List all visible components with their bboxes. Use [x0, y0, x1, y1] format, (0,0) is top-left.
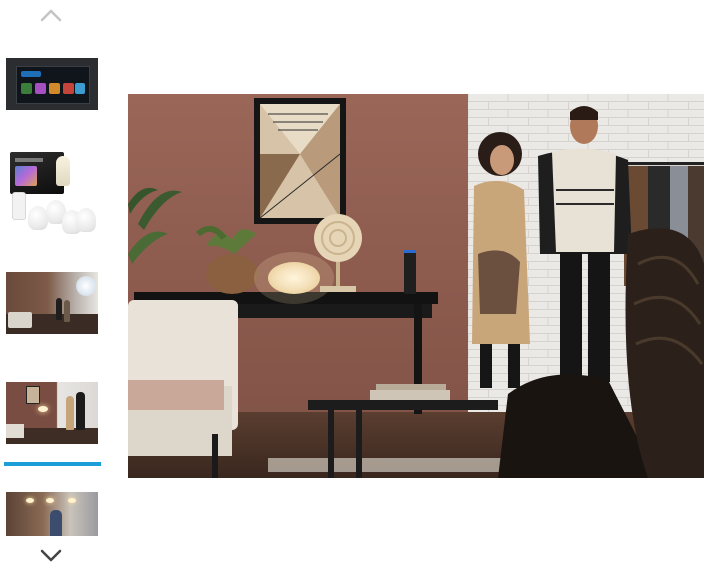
smart-speaker	[404, 250, 416, 294]
armchair	[128, 300, 238, 478]
thumbnail-scroll-up-button[interactable]	[36, 4, 66, 26]
person-figure	[56, 298, 62, 320]
coffee-table	[308, 400, 498, 410]
lamp-light	[76, 276, 96, 296]
person-figure	[50, 510, 62, 536]
person-figure	[66, 396, 74, 430]
books-stack	[370, 390, 450, 400]
thumbnail-scroll-down-button[interactable]	[36, 544, 66, 566]
thumbnail-starter-kit[interactable]	[6, 148, 98, 238]
rug	[268, 458, 518, 472]
person-figure	[76, 392, 85, 430]
thumbnail-app-screenshot[interactable]	[6, 58, 98, 110]
thumbnail-image	[16, 66, 90, 104]
chevron-down-icon	[40, 548, 62, 562]
bulb-image	[76, 208, 96, 232]
dimmer-switch-image	[12, 192, 26, 220]
selected-thumbnail-indicator	[4, 462, 101, 466]
thumbnail-living-room[interactable]	[6, 272, 98, 334]
wall-art-frame	[254, 98, 346, 224]
main-product-image[interactable]	[128, 94, 704, 478]
thumbnail-couple-living-room-selected[interactable]	[6, 382, 98, 444]
thumbnail-room-ceiling-lights[interactable]	[6, 492, 98, 536]
console-drawer	[238, 304, 432, 318]
person-figure	[64, 300, 70, 322]
bulb-image	[28, 206, 48, 230]
chevron-up-icon	[40, 8, 62, 22]
